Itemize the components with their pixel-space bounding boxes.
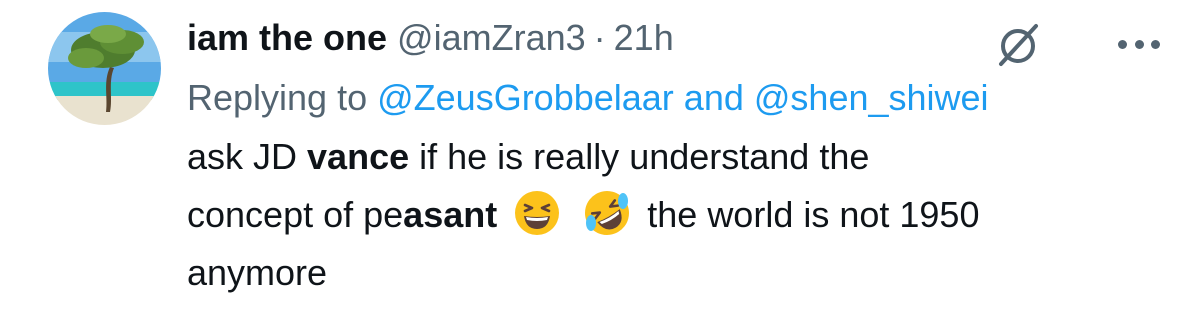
text-segment: anymore <box>187 252 328 293</box>
more-icon[interactable] <box>1118 30 1160 58</box>
replying-to: Replying to @ZeusGrobbelaar and @shen_sh… <box>187 70 1160 126</box>
text-segment: ask JD <box>187 136 308 177</box>
text-segment: if he is really understand the <box>409 136 870 177</box>
replying-to-and: and <box>673 77 754 118</box>
user-handle[interactable]: @iamZran3 <box>397 10 586 66</box>
tweet-content: iam the one @iamZran3 · 21h Replying to … <box>187 10 1160 302</box>
text-segment: concept of pe <box>187 194 404 235</box>
separator-dot: · <box>593 17 606 58</box>
text-bold-segment: vance <box>307 136 410 177</box>
more-dot <box>1151 39 1160 49</box>
more-dot <box>1134 39 1144 49</box>
tweet[interactable]: iam the one @iamZran3 · 21h Replying to … <box>0 0 1200 332</box>
text-segment: the world is not 1950 <box>647 194 980 235</box>
tweet-text: ask JD vance if he is really understand … <box>187 128 1160 302</box>
grinning-squinting-face-icon <box>513 189 561 237</box>
mention-shen-shiwei[interactable]: @shen_shiwei <box>754 77 989 118</box>
mention-zeusgrobbelaar[interactable]: @ZeusGrobbelaar <box>377 77 674 118</box>
replying-to-label: Replying to <box>187 77 378 118</box>
grok-icon[interactable] <box>992 18 1044 70</box>
timestamp[interactable]: 21h <box>614 10 674 66</box>
avatar[interactable] <box>48 12 161 125</box>
display-name[interactable]: iam the one <box>187 10 387 66</box>
text-bold-segment: asant <box>403 194 498 235</box>
rolling-on-the-floor-laughing-icon <box>583 189 631 237</box>
more-dot <box>1118 39 1127 49</box>
